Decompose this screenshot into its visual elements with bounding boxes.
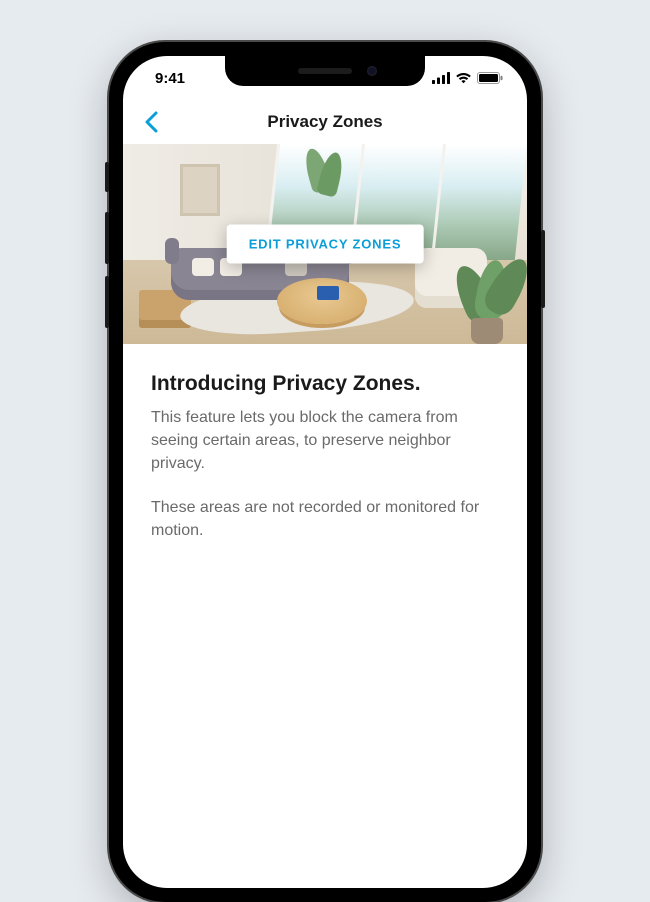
volume-up-button [105,212,109,264]
picture-frame [180,164,220,216]
phone-frame: 9:41 [109,42,541,902]
coffee-table [277,278,367,324]
edit-privacy-zones-button[interactable]: EDIT PRIVACY ZONES [227,225,424,264]
mute-switch [105,162,109,192]
battery-icon [477,72,503,84]
intro-heading: Introducing Privacy Zones. [151,372,499,396]
volume-down-button [105,276,109,328]
content-area: Introducing Privacy Zones. This feature … [123,344,527,542]
power-button [541,230,545,308]
cellular-icon [432,72,450,84]
front-camera [367,66,377,76]
notch [225,56,425,86]
speaker-grille [298,68,352,74]
wifi-icon [455,72,472,84]
intro-paragraph: This feature lets you block the camera f… [151,406,499,476]
book [317,286,339,300]
chevron-left-icon [144,111,158,133]
back-button[interactable] [137,108,165,136]
plant-icon [455,224,519,344]
status-indicators [432,72,503,84]
screen: 9:41 [123,56,527,888]
status-time: 9:41 [155,70,185,87]
intro-paragraph: These areas are not recorded or monitore… [151,496,499,542]
pillow [192,258,214,276]
camera-preview: EDIT PRIVACY ZONES [123,144,527,344]
nav-bar: Privacy Zones [123,100,527,144]
page-title: Privacy Zones [267,112,382,132]
